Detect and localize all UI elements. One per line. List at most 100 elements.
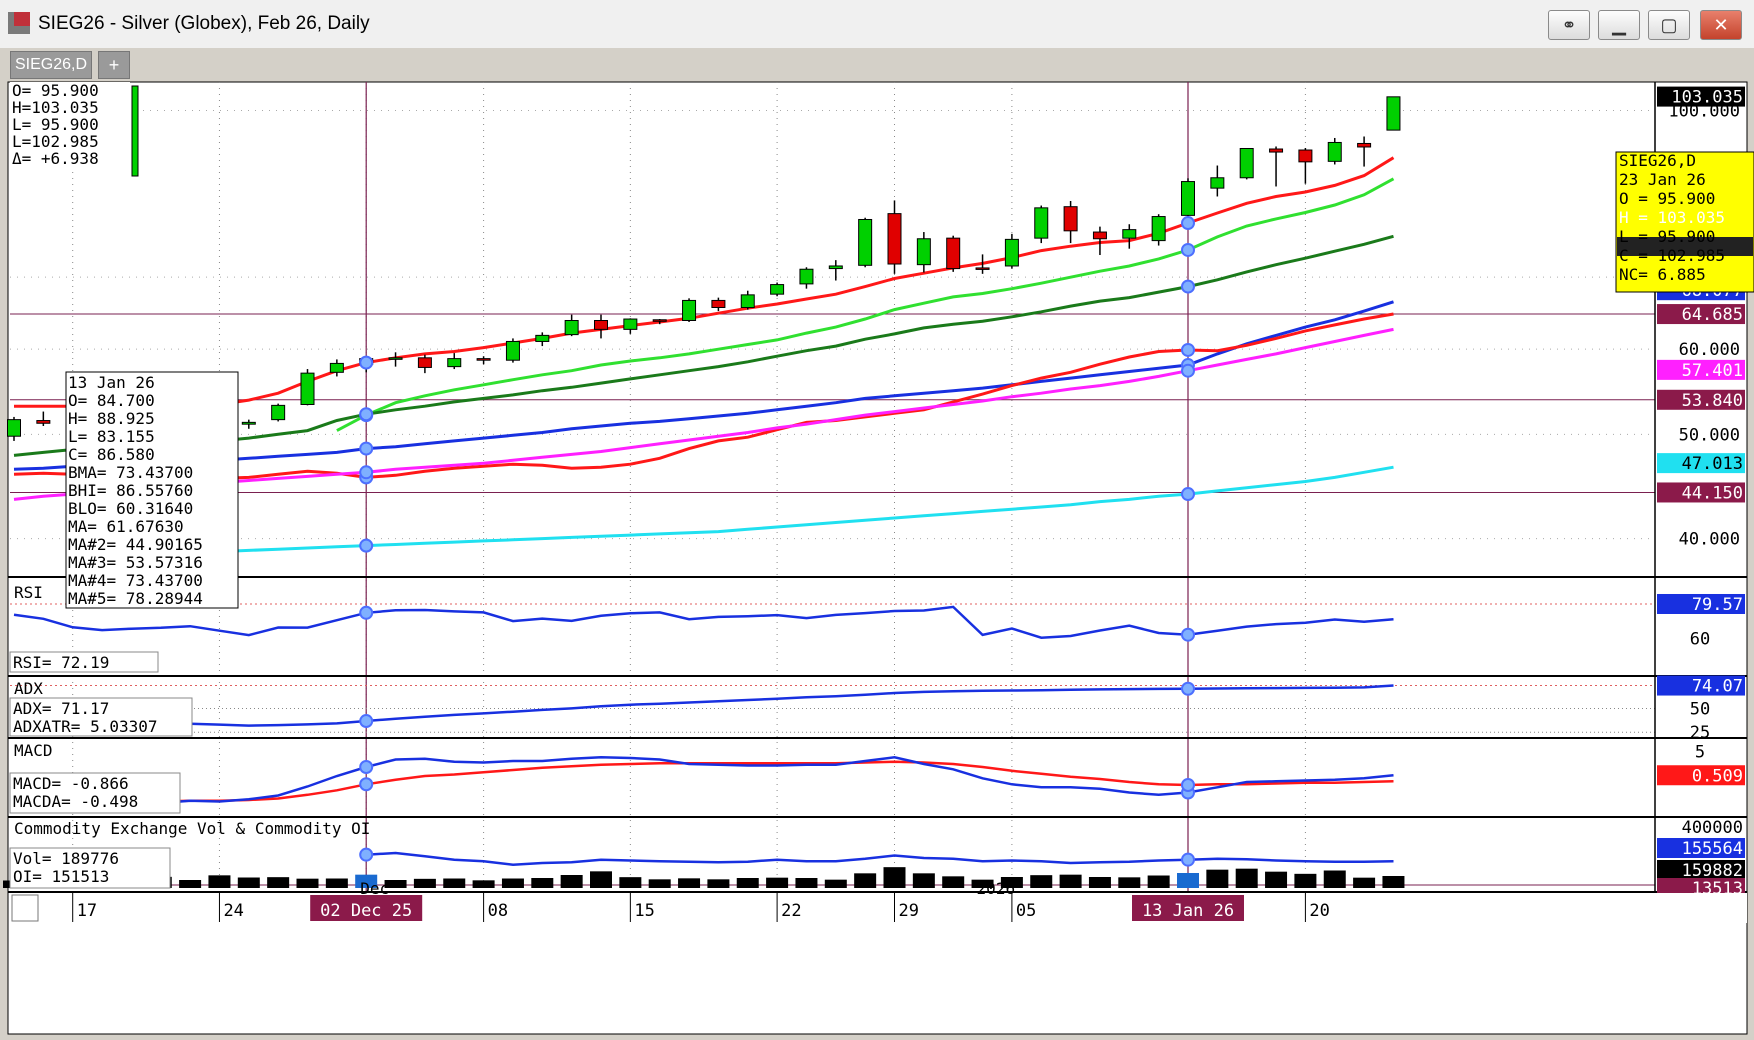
volume-readout: OI= 151513 [13, 867, 109, 886]
ma-marker [359, 407, 374, 422]
adx-readout: ADXATR= 5.03307 [13, 717, 158, 736]
volume-bar [1265, 871, 1288, 888]
candle-body [887, 213, 902, 265]
volume-bar [795, 878, 818, 888]
window-titlebar: SIEG26 - Silver (Globex), Feb 26, Daily … [0, 0, 1754, 49]
price-axis-label: 60.000 [1679, 340, 1740, 360]
window-title: SIEG26 - Silver (Globex), Feb 26, Daily [38, 13, 370, 34]
volume-readout: Vol= 189776 [13, 849, 119, 868]
volume-bar [472, 880, 495, 888]
volume-bar [1323, 870, 1346, 888]
macd-readout: MACDA= -0.498 [13, 792, 138, 811]
time-tick-label: 22 [781, 901, 801, 921]
volume-bar [824, 879, 847, 888]
candle-body [36, 420, 51, 424]
ma-marker [1181, 279, 1195, 294]
ma-marker [359, 441, 374, 456]
volume-bar [736, 878, 759, 888]
ma-marker [1181, 342, 1195, 357]
volume-bar [707, 879, 730, 888]
candle-body [799, 268, 814, 285]
macd-signal-marker [1181, 778, 1195, 792]
candle-body [682, 299, 697, 321]
volume-bar [443, 878, 466, 888]
time-minor-label: 2026 [977, 879, 1016, 898]
volume-bar [296, 878, 319, 888]
time-tick-label: 20 [1309, 901, 1329, 921]
candle-body [623, 318, 638, 330]
price-axis-label: 50.000 [1679, 425, 1740, 445]
candle-body [594, 319, 608, 330]
time-tick-label: 17 [77, 901, 97, 921]
candle-body [916, 238, 931, 266]
app-icon [8, 12, 30, 34]
volume-bar [1294, 873, 1317, 888]
price-tag: 57.401 [1682, 361, 1743, 381]
candle-body [652, 319, 667, 322]
volume-bar [912, 873, 935, 888]
symbol-info-line: SIEG26,D [1619, 151, 1696, 170]
ma-marker [1181, 242, 1195, 257]
time-tick-label: 15 [634, 901, 654, 921]
time-highlight-label: 13 Jan 26 [1142, 901, 1234, 921]
price-tag: 64.685 [1682, 305, 1743, 325]
candle-body [535, 334, 550, 342]
time-minor-label: Dec [360, 879, 389, 898]
ma-marker [1181, 216, 1195, 231]
chart-area[interactable]: RSI RSI= 72.19 ADXADX= 71.17ADXATR= 5.033… [0, 80, 1754, 1040]
time-axis-corner [11, 894, 39, 922]
adx-axis-label: 50 [1690, 699, 1710, 719]
candle-body [1386, 96, 1401, 131]
time-axis-strip [10, 893, 1747, 923]
candle-body [476, 358, 491, 361]
candle-body [1151, 216, 1166, 242]
cursor-box-line: 13 Jan 26 [68, 373, 155, 392]
ma-marker [1181, 363, 1195, 378]
close-button[interactable]: ✕ [1700, 10, 1742, 40]
candle-body [1298, 149, 1313, 163]
candle-body [505, 340, 520, 361]
volume-bar [1382, 876, 1405, 888]
maximize-button[interactable]: ▢ [1648, 10, 1690, 40]
volume-bar [854, 873, 877, 888]
symbol-info-line: 23 Jan 26 [1619, 170, 1706, 189]
volume-bar [883, 867, 906, 888]
candle-body [1357, 142, 1372, 148]
volume-bar [942, 876, 965, 888]
volume-bar [237, 877, 260, 888]
candle-body [975, 267, 990, 270]
add-tab-button[interactable]: + [98, 51, 130, 79]
time-tick-label: 24 [223, 901, 243, 921]
macd-readout: MACD= -0.866 [13, 774, 129, 793]
macd-tag: 0.509 [1692, 766, 1743, 786]
candle-body [1269, 148, 1284, 153]
candle-body [300, 372, 315, 405]
volume-bar [648, 879, 671, 888]
volume-bar [501, 878, 524, 888]
volume-bar [179, 880, 202, 888]
time-highlight-label: 02 Dec 25 [320, 901, 412, 921]
volume-bar [1147, 875, 1170, 888]
volume-bar [1088, 877, 1111, 888]
candle-body [447, 358, 462, 368]
candle-body [770, 284, 785, 295]
volume-bar [1353, 877, 1376, 888]
rsi-title: RSI [14, 583, 43, 602]
price-tag: 53.840 [1682, 391, 1743, 411]
link-icon[interactable]: ⚭ [1548, 10, 1590, 40]
ohlc-box-line: Δ= +6.938 [12, 149, 99, 168]
ma-marker [359, 355, 374, 370]
cursor-box-line: BMA= 73.43700 [68, 463, 193, 482]
macd-title: MACD [14, 741, 53, 760]
candle-body [1092, 231, 1107, 240]
candle-body [7, 419, 21, 437]
tab-sieg26-daily[interactable]: SIEG26,D [10, 51, 92, 79]
volume-bar [413, 878, 436, 888]
time-tick-label: 08 [488, 901, 508, 921]
minimize-button[interactable]: ▁ [1598, 10, 1640, 40]
symbol-info-line: L = 95.900 [1619, 227, 1715, 246]
price-tag: 44.150 [1682, 483, 1743, 503]
cursor-box-line: MA#4= 73.43700 [68, 571, 203, 590]
volume-bar [1206, 869, 1229, 888]
macd-axis-label: 5 [1695, 742, 1705, 762]
